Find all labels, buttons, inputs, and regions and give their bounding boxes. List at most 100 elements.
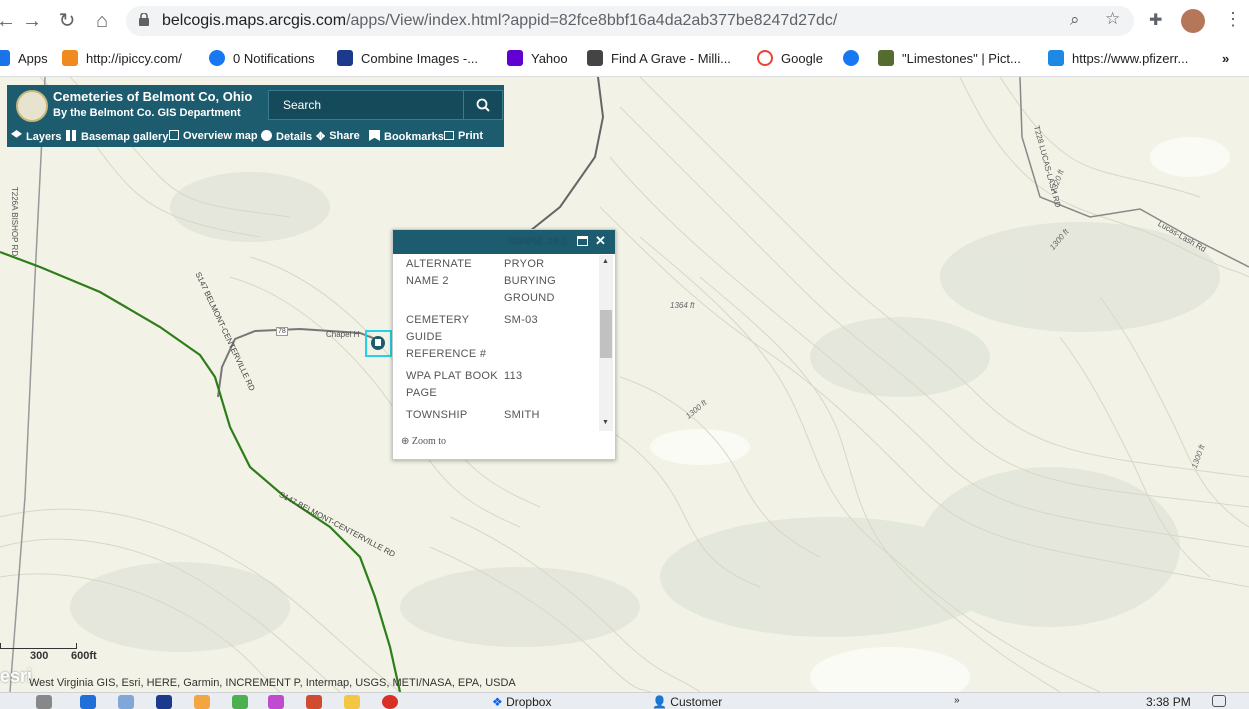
taskbar-label: Customer bbox=[670, 695, 723, 709]
toolbar-label: Basemap gallery bbox=[81, 131, 169, 143]
avatar[interactable] bbox=[1181, 9, 1205, 33]
bookmark-notifications[interactable]: 0 Notifications bbox=[209, 49, 315, 69]
taskbar-item-customer[interactable]: 👤 Customer bbox=[652, 695, 722, 709]
search-box[interactable]: Search bbox=[268, 90, 503, 120]
zoom-to-label: Zoom to bbox=[411, 436, 447, 447]
bookmarks-bar: Apps http://ipiccy.com/ 0 Notifications … bbox=[0, 42, 1249, 77]
print-button[interactable]: Print bbox=[444, 130, 483, 142]
back-icon[interactable]: ← bbox=[0, 9, 18, 33]
notifications-icon[interactable] bbox=[1212, 695, 1226, 707]
layers-icon bbox=[11, 130, 22, 138]
app-icon[interactable] bbox=[156, 695, 172, 709]
grid-icon bbox=[66, 130, 77, 141]
maximize-icon[interactable] bbox=[577, 233, 588, 250]
n-logo-icon bbox=[337, 50, 353, 66]
bookmark-facebook[interactable] bbox=[843, 49, 867, 69]
toolbar-label: Share bbox=[329, 130, 360, 142]
os-taskbar: ❖ Dropbox 👤 Customer » 3:38 PM bbox=[0, 692, 1249, 709]
app-icon[interactable] bbox=[194, 695, 210, 709]
bookmark-label: http://ipiccy.com/ bbox=[86, 51, 182, 66]
scrollbar-thumb[interactable] bbox=[600, 310, 612, 358]
bookmark-combine-images[interactable]: Combine Images -... bbox=[337, 49, 478, 69]
search-icon[interactable] bbox=[463, 91, 502, 119]
map-view[interactable]: T226A BISHOP RD S147 BELMONT-CENTERVILLE… bbox=[0, 77, 1249, 692]
google-icon bbox=[757, 50, 773, 66]
bookmark-label: Combine Images -... bbox=[361, 51, 479, 66]
esri-logo: esri bbox=[0, 666, 33, 686]
share-icon: ✥ bbox=[316, 131, 326, 143]
extensions-icon[interactable]: ✚ bbox=[1149, 10, 1162, 30]
taskbar-label: Dropbox bbox=[506, 695, 552, 709]
share-button[interactable]: ✥ Share bbox=[316, 130, 360, 143]
feature-popup: CHAPEL HILL ✕ ALTERNATE NAME 2 PRYOR BUR… bbox=[392, 229, 616, 460]
bookmark-label: https://www.pfizerr... bbox=[1072, 51, 1189, 66]
road-label: T226A BISHOP RD bbox=[10, 186, 20, 257]
attribute-key: WPA PLAT BOOK PAGE bbox=[406, 370, 498, 399]
bookmark-find-a-grave[interactable]: Find A Grave - Milli... bbox=[587, 49, 731, 69]
scale-bar bbox=[0, 643, 77, 649]
dropbox-icon: ❖ bbox=[492, 695, 507, 709]
forward-icon[interactable]: → bbox=[20, 9, 44, 33]
bookmark-apps[interactable]: Apps bbox=[0, 49, 48, 69]
folder-icon[interactable] bbox=[344, 695, 360, 709]
app-icon[interactable] bbox=[268, 695, 284, 709]
details-button[interactable]: Details bbox=[261, 130, 312, 143]
show-hidden-icons[interactable]: » bbox=[954, 695, 960, 706]
app-subtitle: By the Belmont Co. GIS Department bbox=[53, 107, 241, 119]
more-bookmarks-button[interactable]: » bbox=[1222, 49, 1229, 69]
scroll-down-icon[interactable]: ▼ bbox=[602, 419, 609, 426]
print-icon bbox=[444, 131, 454, 140]
taskbar-item-dropbox[interactable]: ❖ Dropbox bbox=[492, 695, 551, 709]
search-input[interactable]: Search bbox=[283, 98, 321, 112]
close-icon[interactable]: ✕ bbox=[595, 233, 606, 249]
app-icon[interactable] bbox=[118, 695, 134, 709]
ipiccy-icon bbox=[62, 50, 78, 66]
home-icon[interactable]: ⌂ bbox=[90, 9, 114, 33]
url-host: belcogis.maps.arcgis.com bbox=[162, 12, 347, 29]
apps-grid-icon bbox=[0, 50, 10, 66]
page-icon bbox=[1048, 50, 1064, 66]
facebook-icon bbox=[209, 50, 225, 66]
app-title: Cemeteries of Belmont Co, Ohio bbox=[53, 89, 253, 104]
app-icon[interactable] bbox=[232, 695, 248, 709]
clock-time[interactable]: 3:38 PM bbox=[1146, 695, 1191, 709]
scroll-up-icon[interactable]: ▲ bbox=[602, 258, 609, 265]
yahoo-icon bbox=[507, 50, 523, 66]
star-icon[interactable]: ☆ bbox=[1105, 9, 1120, 29]
bookmark-yahoo[interactable]: Yahoo bbox=[507, 49, 568, 69]
overview-map-button[interactable]: Overview map bbox=[169, 130, 258, 142]
scale-label: 300 bbox=[30, 650, 49, 662]
bookmark-label: Google bbox=[781, 51, 823, 66]
toolbar-label: Details bbox=[276, 131, 313, 143]
bookmark-label: Find A Grave - Milli... bbox=[611, 51, 731, 66]
bookmark-label: 0 Notifications bbox=[233, 51, 315, 66]
url-path: /apps/View/index.html?appid=82fce8bbf16a… bbox=[346, 12, 838, 29]
map-attribution: West Virginia GIS, Esri, HERE, Garmin, I… bbox=[29, 677, 516, 689]
attribute-key: ALTERNATE NAME 2 bbox=[406, 258, 472, 287]
app-toolbar: Layers Basemap gallery Overview map Deta… bbox=[7, 125, 504, 147]
layers-button[interactable]: Layers bbox=[11, 130, 61, 143]
zoom-icon[interactable]: ⌕ bbox=[1070, 10, 1080, 30]
app-icon[interactable] bbox=[306, 695, 322, 709]
bookmark-pfizer[interactable]: https://www.pfizerr... bbox=[1048, 49, 1188, 69]
attribute-value: SM-03 bbox=[504, 314, 538, 326]
person-icon: 👤 bbox=[652, 695, 671, 709]
chrome-icon[interactable] bbox=[382, 695, 398, 709]
popup-title: CHAPEL HILL bbox=[508, 236, 568, 246]
mail-icon[interactable] bbox=[80, 695, 96, 709]
menu-icon[interactable]: ⋮ bbox=[1224, 9, 1242, 30]
elevation-label: 1364 ft bbox=[670, 301, 695, 310]
bookmarks-button[interactable]: Bookmarks bbox=[369, 130, 444, 143]
bookmark-google[interactable]: Google bbox=[757, 49, 823, 69]
bookmark-limestones[interactable]: "Limestones" | Pict... bbox=[878, 49, 1021, 69]
bookmark-ipiccy[interactable]: http://ipiccy.com/ bbox=[62, 49, 182, 69]
url-text: belcogis.maps.arcgis.com/apps/View/index… bbox=[162, 12, 837, 30]
address-bar[interactable]: belcogis.maps.arcgis.com/apps/View/index… bbox=[126, 6, 1134, 36]
task-view-icon[interactable] bbox=[36, 695, 52, 709]
attribute-value: SMITH bbox=[504, 409, 540, 421]
attribute-key: CEMETERY GUIDE REFERENCE # bbox=[406, 314, 487, 360]
reload-icon[interactable]: ↻ bbox=[55, 9, 79, 33]
zoom-to-link[interactable]: ⊕ Zoom to bbox=[401, 436, 446, 447]
popup-scrollbar[interactable]: ▲ ▼ bbox=[599, 255, 613, 431]
basemap-gallery-button[interactable]: Basemap gallery bbox=[66, 130, 168, 143]
